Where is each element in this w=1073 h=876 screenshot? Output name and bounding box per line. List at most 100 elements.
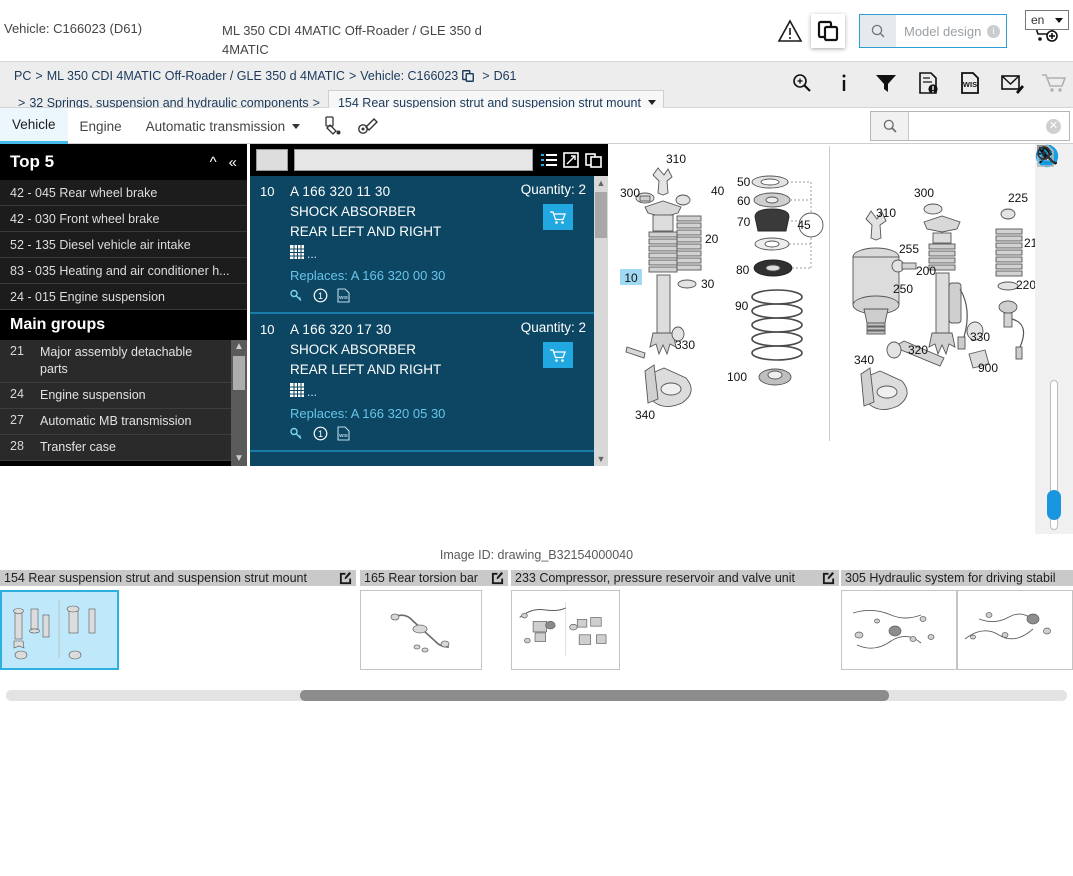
top5-item-2[interactable]: 52 - 135 Diesel vehicle air intake (0, 232, 247, 258)
key-icon[interactable] (290, 427, 304, 444)
add-part-to-cart-button[interactable] (543, 204, 573, 230)
thumbnail-item[interactable] (841, 590, 957, 670)
global-search[interactable]: ✕ (870, 111, 1070, 141)
drawing-viewport[interactable]: 310 300 40 20 30 330 340 50 60 70 80 90 100 45 1… (610, 144, 1073, 534)
maingroup-number: 27 (10, 413, 24, 427)
wis-document-icon[interactable]: WIS (957, 68, 983, 98)
part-row[interactable]: 10 A 166 320 17 30 SHOCK ABSORBER REAR L… (250, 314, 608, 452)
svg-text:200: 200 (916, 264, 936, 278)
scroll-up-arrow-icon[interactable]: ▲ (231, 340, 247, 354)
open-window-icon[interactable] (585, 152, 602, 168)
edit-icon[interactable] (816, 571, 835, 585)
zoom-slider[interactable] (1035, 372, 1073, 542)
model-search-submit-button[interactable] (860, 15, 896, 47)
svg-text:220: 220 (1016, 278, 1036, 292)
thumbnail-item[interactable] (0, 590, 119, 670)
svg-text:45: 45 (797, 218, 811, 232)
wis-document-icon[interactable]: WIS (337, 288, 350, 306)
model-search-info-icon[interactable]: i (987, 24, 1000, 38)
image-id-label: Image ID: drawing_B32154000040 (439, 548, 634, 562)
maingroups-list: 21 Major assembly detachable parts 24 En… (0, 340, 247, 466)
history-reset-icon[interactable] (1035, 146, 1073, 258)
thumbnail-group-header[interactable]: 154 Rear suspension strut and suspension… (0, 570, 356, 586)
equipment-tool-icon[interactable] (356, 114, 380, 138)
maingroup-item-27[interactable]: 27 Automatic MB transmission (0, 409, 247, 435)
document-alert-icon[interactable] (915, 68, 941, 98)
part-table-row[interactable]: ... (290, 245, 598, 262)
chevron-up-icon[interactable]: ^ (210, 154, 217, 171)
grid-table-icon[interactable] (290, 383, 304, 400)
breadcrumb-item-1[interactable]: ML 350 CDI 4MATIC Off-Roader / GLE 350 d… (47, 69, 345, 83)
thumbnail-group-header[interactable]: 165 Rear torsion bar (360, 570, 508, 586)
target-focus-icon[interactable] (1035, 144, 1073, 220)
expand-view-icon[interactable] (563, 152, 579, 168)
thumbnail-item[interactable] (957, 590, 1073, 670)
scrollbar-thumb[interactable] (595, 192, 607, 238)
thumbnail-item[interactable] (511, 590, 621, 670)
thumbnail-group-label: 154 Rear suspension strut and suspension… (4, 571, 307, 585)
circled-one-icon[interactable]: 1 (313, 426, 328, 444)
breadcrumb-copy-icon[interactable] (461, 69, 475, 90)
scrollbar-thumb[interactable] (233, 356, 245, 390)
thumbnail-group-header[interactable]: 305 Hydraulic system for driving stabil (841, 570, 1073, 586)
double-chevron-left-icon[interactable]: « (229, 154, 237, 171)
global-search-field[interactable]: ✕ (909, 112, 1069, 140)
circled-one-icon[interactable]: 1 (313, 288, 328, 306)
left-sidebar: Top 5 ^ « 42 - 045 Rear wheel brake 42 -… (0, 144, 247, 466)
breadcrumb-item-2[interactable]: Vehicle: C166023 (360, 69, 458, 83)
edit-icon[interactable] (485, 571, 504, 585)
breadcrumb-item-3[interactable]: D61 (494, 69, 517, 83)
parts-filter-input[interactable] (294, 149, 533, 171)
filter-icon[interactable] (873, 68, 899, 98)
zoom-search-icon[interactable] (789, 68, 815, 98)
global-search-button[interactable] (871, 112, 909, 140)
scrollbar-thumb[interactable] (300, 690, 889, 701)
language-selector[interactable]: en (1025, 10, 1069, 30)
top5-item-4[interactable]: 24 - 015 Engine suspension (0, 284, 247, 310)
top5-item-1[interactable]: 42 - 030 Front wheel brake (0, 206, 247, 232)
zoom-slider-knob[interactable] (1047, 490, 1061, 520)
mail-edit-icon[interactable] (999, 68, 1025, 98)
add-part-to-cart-button[interactable] (543, 342, 573, 368)
zoom-in-icon[interactable] (1035, 146, 1073, 372)
top5-item-0[interactable]: 42 - 045 Rear wheel brake (0, 180, 247, 206)
top5-item-3[interactable]: 83 - 035 Heating and air conditioner h..… (0, 258, 247, 284)
info-icon[interactable] (831, 68, 857, 98)
clear-search-icon[interactable]: ✕ (1046, 118, 1061, 134)
thumbnail-group-header[interactable]: 233 Compressor, pressure reservoir and v… (511, 570, 839, 586)
thumbnail-item[interactable] (360, 590, 482, 670)
list-view-icon[interactable] (541, 152, 557, 168)
breadcrumb-item-0[interactable]: PC (14, 69, 31, 83)
svg-export-icon[interactable]: SVG (1035, 145, 1073, 334)
paint-code-icon[interactable] (320, 114, 344, 138)
cart-icon[interactable] (1041, 68, 1067, 98)
maingroups-scrollbar[interactable]: ▲ ▼ (231, 340, 247, 466)
parts-filter-pos-box[interactable] (256, 149, 288, 171)
model-design-search[interactable]: Model design i (859, 14, 1007, 48)
maingroup-item-21[interactable]: 21 Major assembly detachable parts (0, 340, 247, 383)
maingroup-item-24[interactable]: 24 Engine suspension (0, 383, 247, 409)
scroll-down-arrow-icon[interactable]: ▼ (231, 452, 247, 466)
tab-engine[interactable]: Engine (68, 108, 134, 144)
parts-list-scrollbar[interactable]: ▲ ▼ (594, 176, 608, 466)
tab-vehicle[interactable]: Vehicle (0, 108, 68, 144)
model-search-field-wrap[interactable]: Model design i (896, 15, 1006, 47)
part-replaces[interactable]: Replaces: A 166 320 00 30 (290, 268, 598, 283)
unpin-icon[interactable] (1035, 145, 1073, 296)
part-table-row[interactable]: ... (290, 383, 598, 400)
thumbnail-horizontal-scrollbar[interactable] (6, 690, 1067, 701)
warning-triangle-icon[interactable] (775, 16, 805, 46)
copy-documents-icon[interactable] (811, 14, 845, 48)
grid-table-icon[interactable] (290, 245, 304, 262)
edit-icon[interactable] (333, 571, 352, 585)
maingroup-item-28[interactable]: 28 Transfer case (0, 435, 247, 461)
part-replaces[interactable]: Replaces: A 166 320 05 30 (290, 406, 598, 421)
part-icon-group: 1 WIS (290, 426, 598, 444)
scroll-down-arrow-icon[interactable]: ▼ (594, 452, 608, 466)
wis-document-icon[interactable]: WIS (337, 426, 350, 444)
tab-automatic-transmission[interactable]: Automatic transmission (134, 108, 313, 144)
scroll-up-arrow-icon[interactable]: ▲ (594, 176, 608, 190)
part-row[interactable]: 10 A 166 320 11 30 SHOCK ABSORBER REAR L… (250, 176, 608, 314)
key-icon[interactable] (290, 289, 304, 306)
svg-text:310: 310 (876, 206, 896, 220)
